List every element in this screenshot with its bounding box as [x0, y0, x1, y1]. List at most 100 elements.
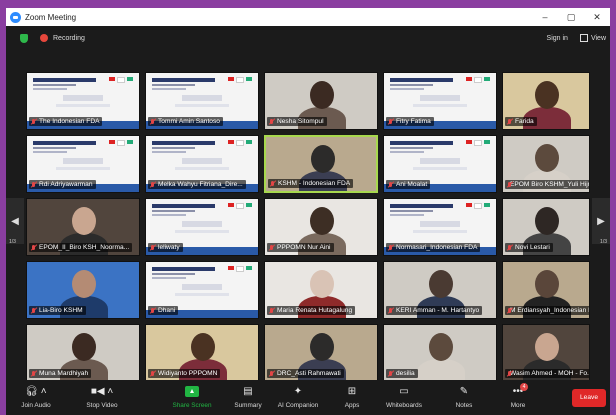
mic-muted-icon: [269, 118, 274, 125]
mic-muted-icon: [150, 244, 155, 251]
apps-button[interactable]: ⊞ Apps: [324, 384, 380, 412]
grid-view-icon: [579, 34, 588, 42]
participant-name-label: M Erdiansyah_Indonesian FDA: [505, 306, 589, 315]
participant-tile[interactable]: The Indonesian FDA: [26, 72, 140, 130]
participant-name-label: Normasari_Indonesian FDA: [386, 243, 481, 252]
participant-tile[interactable]: Rdi Adriyawarman: [26, 135, 140, 193]
participant-tile[interactable]: EPOM_II_Biro KSH_Noorma...: [26, 198, 140, 256]
participant-name-label: EPOM_II_Biro KSH_Noorma...: [29, 243, 133, 252]
next-page-arrow[interactable]: ▶: [592, 198, 610, 244]
participant-name-label: Ani Moalat: [386, 180, 431, 189]
minimize-button[interactable]: –: [532, 8, 558, 26]
join-audio-button[interactable]: 🎧︎ ˄ Join Audio: [8, 384, 64, 412]
participant-tile[interactable]: Fitry Fatima: [383, 72, 497, 130]
notes-label: Notes: [455, 402, 473, 409]
recording-icon: [40, 34, 48, 42]
participant-name: KERI Amman - M. Hartantyo: [396, 307, 480, 314]
mic-muted-icon: [507, 244, 512, 251]
page-indicator-right: 1/3: [600, 239, 607, 245]
participant-name: leliwaty: [158, 244, 180, 251]
participant-name: Normasari_Indonesian FDA: [396, 244, 478, 251]
share-screen-icon: [185, 386, 199, 397]
participant-tile[interactable]: KSHM - Indonesian FDA: [264, 135, 378, 193]
participant-tile[interactable]: Normasari_Indonesian FDA: [383, 198, 497, 256]
chevron-right-icon: ▶: [597, 215, 605, 227]
participant-tile[interactable]: Nesha Sitompul: [264, 72, 378, 130]
mic-muted-icon: [507, 118, 512, 125]
more-badge: 4: [520, 383, 528, 391]
participant-name-label: Lia-Biro KSHM: [29, 306, 86, 315]
participant-name: Tommi Amin Santoso: [158, 118, 220, 125]
chevron-left-icon: ◀: [11, 215, 19, 227]
restore-button[interactable]: ▢: [558, 8, 584, 26]
headphones-icon: 🎧︎ ˄: [25, 386, 47, 397]
participant-tile[interactable]: DRC_Asti Rahmawati: [264, 324, 378, 382]
summary-button[interactable]: ▤ Summary: [220, 384, 276, 412]
participant-name: EPOM Biro KSHM_Yuli Hijr...: [510, 181, 590, 188]
participant-name-label: KERI Amman - M. Hartantyo: [386, 306, 483, 315]
notes-icon: ✎: [459, 386, 469, 397]
participant-tile[interactable]: Lia-Biro KSHM: [26, 261, 140, 319]
view-button[interactable]: View: [579, 34, 606, 42]
participant-tile[interactable]: Farida: [502, 72, 590, 130]
sign-in-link[interactable]: Sign in: [547, 35, 568, 42]
previous-page-arrow[interactable]: ◀: [6, 198, 24, 244]
more-label: More: [510, 402, 526, 409]
sparkle-icon: ✦: [293, 386, 303, 397]
gallery-grid: The Indonesian FDA Tommi Amin Santoso Nesh…: [6, 50, 610, 382]
ai-companion-button[interactable]: ✦ AI Companion: [270, 384, 326, 412]
share-screen-button[interactable]: Share Screen: [164, 384, 220, 412]
mic-muted-icon: [150, 307, 155, 314]
participant-name: Wasim Ahmed - MOH - Fo...: [510, 370, 590, 377]
participant-name: Widiyanto PPPOMN: [158, 370, 218, 377]
participant-name: desilia: [396, 370, 415, 377]
page-indicator-left: 1/3: [9, 239, 16, 245]
participant-name: Melka Wahyu Fitriana_Dire...: [158, 181, 243, 188]
video-camera-icon: ■◀ ˄: [90, 386, 114, 397]
participant-name-label: EPOM Biro KSHM_Yuli Hijr...: [505, 180, 590, 189]
notes-button[interactable]: ✎ Notes: [436, 384, 492, 412]
close-button[interactable]: ✕: [584, 8, 610, 26]
participant-name: Muna Mardhiyah: [39, 370, 89, 377]
mic-muted-icon: [388, 307, 393, 314]
apps-label: Apps: [344, 402, 360, 409]
window-controls: – ▢ ✕: [532, 8, 610, 26]
participant-name-label: Muna Mardhiyah: [29, 369, 92, 378]
participant-tile[interactable]: EPOM Biro KSHM_Yuli Hijr...: [502, 135, 590, 193]
participant-tile[interactable]: leliwaty: [145, 198, 259, 256]
mic-muted-icon: [388, 244, 393, 251]
participant-tile[interactable]: Muna Mardhiyah: [26, 324, 140, 382]
participant-name-label: PPPOMN Nur Aini: [267, 243, 334, 252]
mic-muted-icon: [269, 307, 274, 314]
more-button[interactable]: ••• 4 More: [490, 383, 546, 412]
participant-name: Farida: [515, 118, 534, 125]
participant-tile[interactable]: PPPOMN Nur Aini: [264, 198, 378, 256]
participant-name: Lia-Biro KSHM: [39, 307, 83, 314]
participant-tile[interactable]: desilia: [383, 324, 497, 382]
participant-tile[interactable]: Novi Lestari: [502, 198, 590, 256]
participant-tile[interactable]: Ani Moalat: [383, 135, 497, 193]
participant-tile[interactable]: Widiyanto PPPOMN: [145, 324, 259, 382]
participant-name: Rdi Adriyawarman: [39, 181, 93, 188]
participant-tile[interactable]: M Erdiansyah_Indonesian FDA: [502, 261, 590, 319]
security-shield-icon[interactable]: [20, 33, 28, 43]
participant-tile[interactable]: KERI Amman - M. Hartantyo: [383, 261, 497, 319]
participant-tile[interactable]: Melka Wahyu Fitriana_Dire...: [145, 135, 259, 193]
participant-tile[interactable]: Maria Renata Hutagalung: [264, 261, 378, 319]
whiteboards-button[interactable]: ▭ Whiteboards: [376, 384, 432, 412]
participant-tile[interactable]: Wasim Ahmed - MOH - Fo...: [502, 324, 590, 382]
participant-name-label: desilia: [386, 369, 418, 378]
meeting-toolbar: 🎧︎ ˄ Join Audio ■◀ ˄ Stop Video Share Sc…: [6, 380, 610, 415]
participant-name: DRC_Asti Rahmawati: [277, 370, 341, 377]
participant-tile[interactable]: Tommi Amin Santoso: [145, 72, 259, 130]
leave-button[interactable]: Leave: [572, 389, 606, 407]
participant-name-label: The Indonesian FDA: [29, 117, 103, 126]
stop-video-button[interactable]: ■◀ ˄ Stop Video: [74, 384, 130, 412]
participant-name-label: Dhani: [148, 306, 179, 315]
mic-muted-icon: [269, 370, 274, 377]
participant-tile[interactable]: Dhani: [145, 261, 259, 319]
mic-muted-icon: [31, 118, 36, 125]
mic-muted-icon: [31, 370, 36, 377]
participant-name: PPPOMN Nur Aini: [277, 244, 331, 251]
participant-name-label: Wasim Ahmed - MOH - Fo...: [505, 369, 590, 378]
